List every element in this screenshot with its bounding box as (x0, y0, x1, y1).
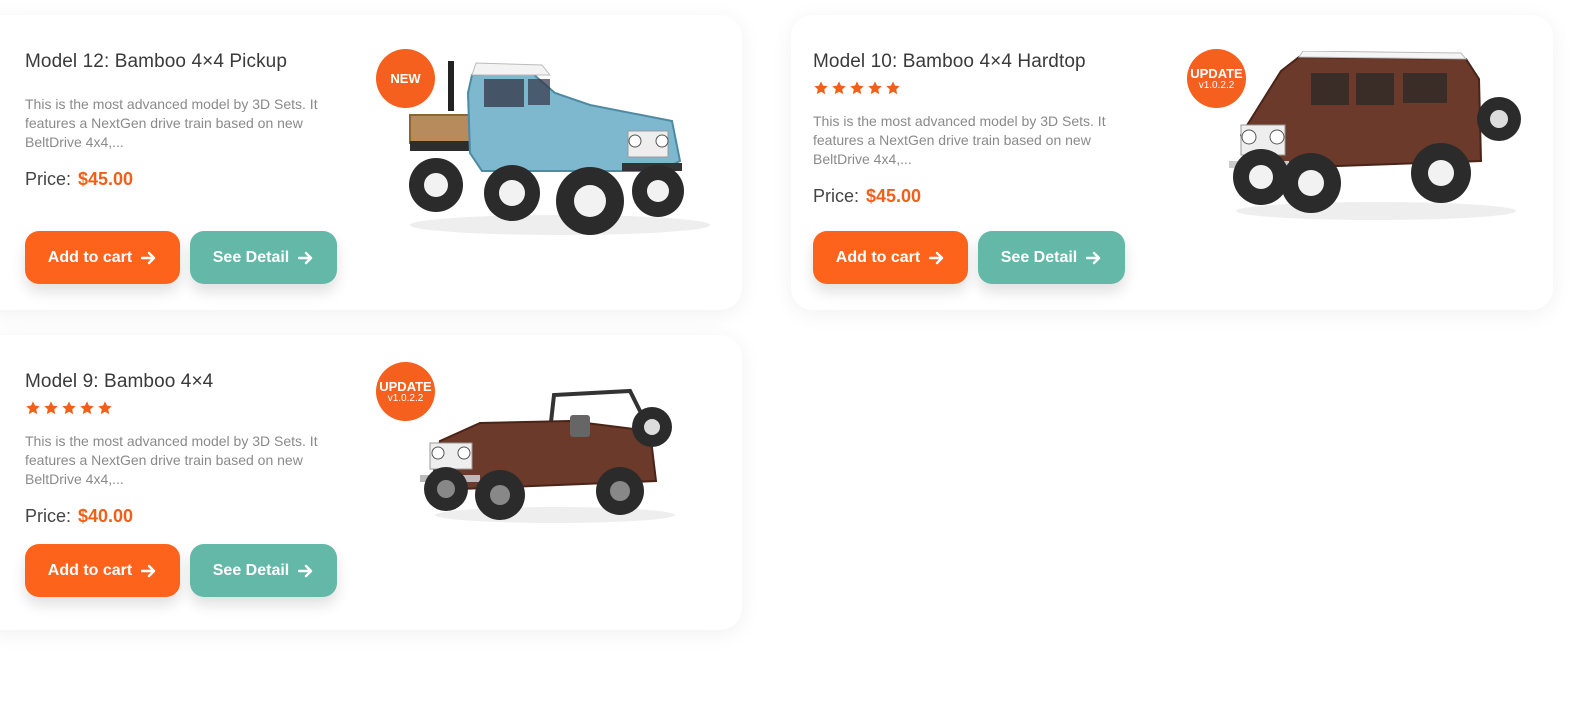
see-detail-label: See Detail (212, 248, 290, 266)
button-group: Add to cart See Detail (25, 544, 337, 597)
add-to-cart-button[interactable]: Add to cart (25, 544, 180, 597)
product-description: This is the most advanced model by 3D Se… (25, 433, 318, 487)
add-to-cart-label: Add to cart (47, 561, 133, 579)
star-icon (832, 81, 846, 95)
rating-stars (25, 400, 335, 416)
see-detail-label: See Detail (1000, 248, 1078, 266)
arrow-right-icon (298, 564, 313, 577)
see-detail-button[interactable]: See Detail (190, 231, 337, 284)
price-value: $45.00 (866, 186, 922, 206)
arrow-right-icon (929, 251, 944, 264)
product-description: This is the most advanced model by 3D Se… (25, 96, 318, 150)
product-description: This is the most advanced model by 3D Se… (813, 113, 1106, 167)
arrow-right-icon (141, 564, 156, 577)
product-info: Model 12: Bamboo 4×4 Pickup This is the … (25, 51, 335, 190)
badge-version: v1.0.2.2 (387, 392, 424, 404)
star-icon (886, 81, 900, 95)
price-row: Price: $45.00 (25, 169, 335, 190)
blue-pickup-truck-image[interactable] (390, 53, 730, 243)
product-info: Model 9: Bamboo 4×4 This is the most adv… (25, 371, 335, 527)
product-card: Model 12: Bamboo 4×4 Pickup This is the … (0, 15, 742, 310)
button-group: Add to cart See Detail (813, 231, 1125, 284)
product-grid: Model 12: Bamboo 4×4 Pickup This is the … (0, 0, 1590, 710)
brown-open-top-4x4-image[interactable] (420, 383, 690, 533)
star-icon (62, 401, 76, 415)
product-title[interactable]: Model 10: Bamboo 4×4 Hardtop (813, 51, 1123, 73)
see-detail-label: See Detail (212, 561, 290, 579)
product-card: Model 10: Bamboo 4×4 Hardtop This is the… (791, 15, 1553, 310)
product-info: Model 10: Bamboo 4×4 Hardtop This is the… (813, 51, 1123, 207)
add-to-cart-label: Add to cart (835, 248, 921, 266)
see-detail-button[interactable]: See Detail (978, 231, 1125, 284)
star-icon (814, 81, 828, 95)
button-group: Add to cart See Detail (25, 231, 337, 284)
price-row: Price: $40.00 (25, 506, 335, 527)
star-icon (98, 401, 112, 415)
rating-stars (813, 80, 1123, 96)
star-icon (850, 81, 864, 95)
star-icon (80, 401, 94, 415)
star-icon (868, 81, 882, 95)
price-label: Price: (25, 169, 72, 189)
price-value: $45.00 (78, 169, 134, 189)
arrow-right-icon (141, 251, 156, 264)
price-label: Price: (813, 186, 860, 206)
product-title[interactable]: Model 12: Bamboo 4×4 Pickup (25, 51, 335, 73)
arrow-right-icon (298, 251, 313, 264)
price-value: $40.00 (78, 506, 134, 526)
add-to-cart-label: Add to cart (47, 248, 133, 266)
brown-hardtop-suv-image[interactable] (1211, 51, 1541, 231)
add-to-cart-button[interactable]: Add to cart (813, 231, 968, 284)
star-icon (26, 401, 40, 415)
add-to-cart-button[interactable]: Add to cart (25, 231, 180, 284)
star-icon (44, 401, 58, 415)
see-detail-button[interactable]: See Detail (190, 544, 337, 597)
price-label: Price: (25, 506, 72, 526)
price-row: Price: $45.00 (813, 186, 1123, 207)
product-card: Model 9: Bamboo 4×4 This is the most adv… (0, 335, 742, 630)
product-title[interactable]: Model 9: Bamboo 4×4 (25, 371, 335, 393)
arrow-right-icon (1086, 251, 1101, 264)
